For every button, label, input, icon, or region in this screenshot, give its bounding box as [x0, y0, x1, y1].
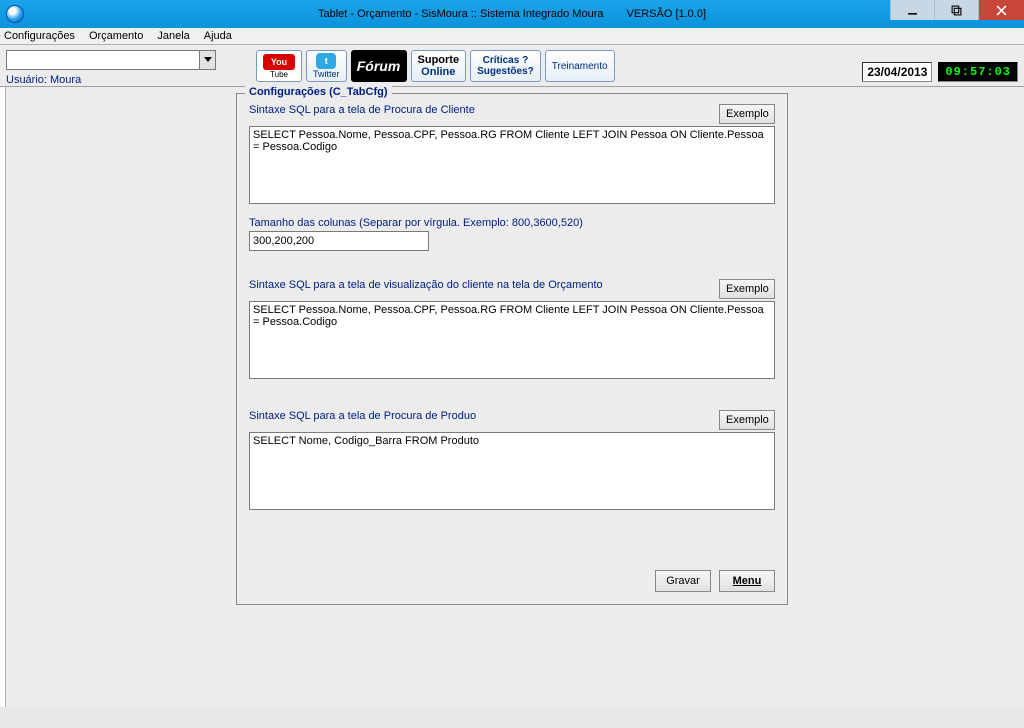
work-area: Configurações (C_TabCfg) Exemplo Sintaxe…	[0, 87, 1024, 707]
exemplo-button-3[interactable]: Exemplo	[719, 410, 775, 430]
window-title: Tablet - Orçamento - SisMoura :: Sistema…	[318, 8, 706, 20]
treinamento-button[interactable]: Treinamento	[545, 50, 615, 82]
sql-cliente-input[interactable]	[249, 126, 775, 204]
suporte-button[interactable]: Suporte Online	[411, 50, 467, 82]
config-panel: Configurações (C_TabCfg) Exemplo Sintaxe…	[236, 93, 788, 605]
left-strip	[0, 87, 6, 707]
exemplo-button-2[interactable]: Exemplo	[719, 279, 775, 299]
panel-legend: Configurações (C_TabCfg)	[245, 86, 392, 98]
menu-configuracoes[interactable]: Configurações	[4, 30, 75, 42]
app-icon	[6, 5, 24, 23]
sql-produto-label: Sintaxe SQL para a tela de Procura de Pr…	[249, 410, 775, 422]
minimize-button[interactable]	[890, 0, 934, 20]
sql-visualizacao-label: Sintaxe SQL para a tela de visualização …	[249, 279, 775, 291]
sql-visualizacao-input[interactable]	[249, 301, 775, 379]
title-main: Tablet - Orçamento - SisMoura :: Sistema…	[318, 8, 604, 20]
youtube-icon: You	[263, 54, 295, 70]
close-button[interactable]	[978, 0, 1024, 20]
clock-display: 09:57:03	[938, 62, 1018, 82]
menu-orcamento[interactable]: Orçamento	[89, 30, 143, 42]
criticas-button[interactable]: Críticas ? Sugestões?	[470, 50, 541, 82]
youtube-button[interactable]: You Tube	[256, 50, 302, 82]
colunas-input[interactable]	[249, 231, 429, 251]
exemplo-button-1[interactable]: Exemplo	[719, 104, 775, 124]
menu-button[interactable]: Menu	[719, 570, 775, 592]
twitter-button[interactable]: t Twitter	[306, 50, 347, 82]
menubar: Configurações Orçamento Janela Ajuda	[0, 28, 1024, 45]
menu-ajuda[interactable]: Ajuda	[204, 30, 232, 42]
user-combo[interactable]	[6, 50, 216, 70]
toolbar: Usuário: Moura You Tube t Twitter Fórum …	[0, 45, 1024, 87]
maximize-button[interactable]	[934, 0, 978, 20]
gravar-button[interactable]: Gravar	[655, 570, 711, 592]
title-version: VERSÃO [1.0.0]	[627, 8, 706, 20]
window-titlebar: Tablet - Orçamento - SisMoura :: Sistema…	[0, 0, 1024, 28]
chevron-down-icon[interactable]	[199, 51, 215, 69]
twitter-icon: t	[316, 53, 336, 69]
sql-produto-input[interactable]	[249, 432, 775, 510]
colunas-label: Tamanho das colunas (Separar por vírgula…	[249, 217, 775, 229]
sql-cliente-label: Sintaxe SQL para a tela de Procura de Cl…	[249, 104, 775, 116]
user-label: Usuário: Moura	[6, 74, 216, 86]
menu-janela[interactable]: Janela	[157, 30, 189, 42]
date-display: 23/04/2013	[862, 62, 932, 82]
forum-button[interactable]: Fórum	[351, 50, 407, 82]
